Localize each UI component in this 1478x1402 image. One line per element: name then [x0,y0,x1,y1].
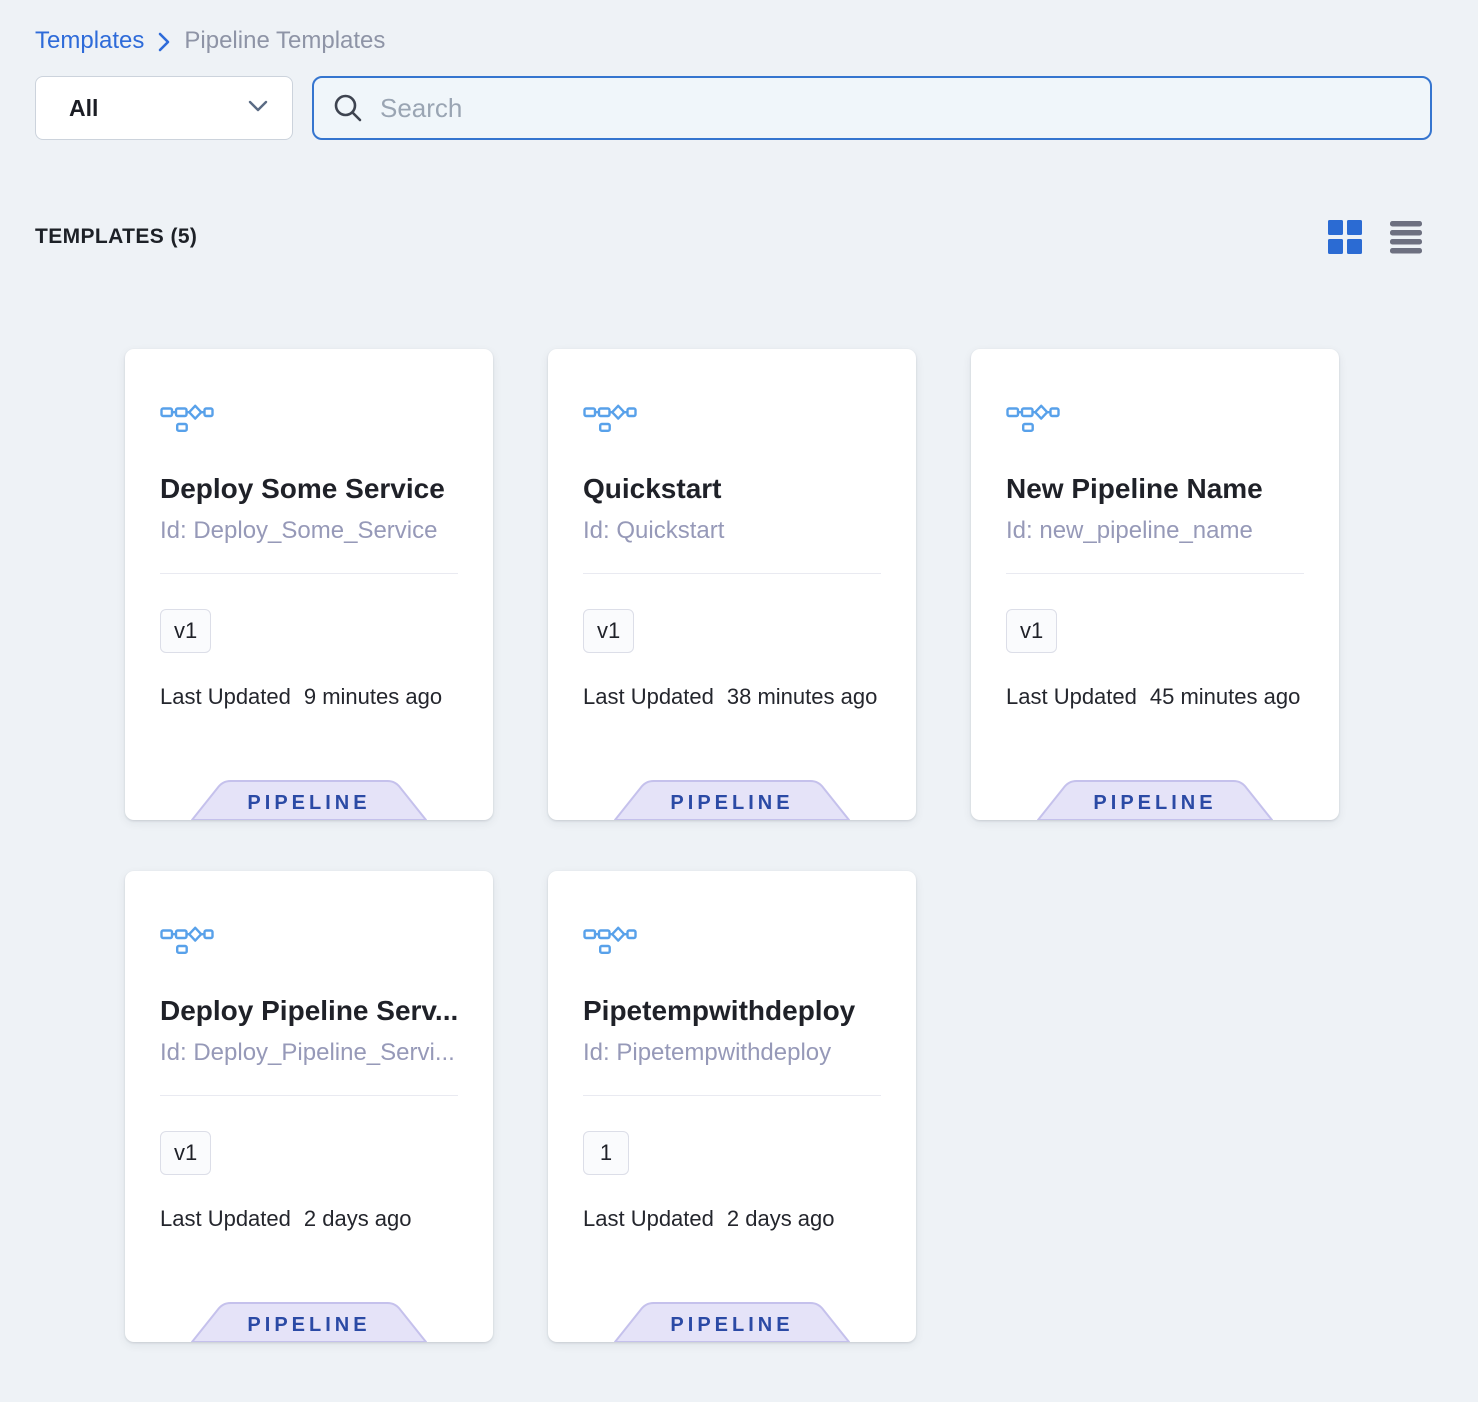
pipeline-type-label: PIPELINE [614,780,850,820]
template-card[interactable]: Deploy Some Service Id: Deploy_Some_Serv… [125,349,493,820]
card-divider [583,1095,881,1096]
chevron-down-icon [248,99,268,117]
version-badge: v1 [160,609,211,653]
pipeline-stages-icon [160,401,458,433]
search-box [312,76,1432,140]
last-updated-row: Last Updated 45 minutes ago [1006,684,1304,710]
version-badge: 1 [583,1131,629,1175]
pipeline-type-label: PIPELINE [191,780,427,820]
last-updated-label: Last Updated [160,1206,291,1232]
breadcrumb: Templates Pipeline Templates [0,0,1478,56]
pipeline-stages-icon [1006,401,1304,433]
template-name: Deploy Pipeline Serv... [160,995,458,1027]
pipeline-type-label: PIPELINE [191,1302,427,1342]
template-card[interactable]: Quickstart Id: Quickstart v1 Last Update… [548,349,916,820]
last-updated-label: Last Updated [160,684,291,710]
card-divider [1006,573,1304,574]
template-name: Pipetempwithdeploy [583,995,881,1027]
pipeline-type-badge: PIPELINE [614,1302,850,1342]
search-input[interactable] [380,93,1412,124]
card-divider [583,573,881,574]
toolbar: All [35,76,1432,140]
grid-view-icon [1328,242,1362,257]
pipeline-type-label: PIPELINE [1037,780,1273,820]
pipeline-stages-icon [583,401,881,433]
list-view-button[interactable] [1390,220,1422,254]
scope-filter-value: All [69,95,98,122]
last-updated-label: Last Updated [583,684,714,710]
card-divider [160,573,458,574]
template-id: Id: Quickstart [583,517,881,545]
section-header: TEMPLATES (5) [35,220,1422,254]
breadcrumb-current-page: Pipeline Templates [184,26,385,56]
pipeline-type-badge: PIPELINE [191,780,427,820]
template-id: Id: Deploy_Some_Service [160,517,458,545]
view-toggles [1328,220,1422,254]
template-name: New Pipeline Name [1006,473,1304,505]
grid-view-button[interactable] [1328,220,1362,254]
last-updated-label: Last Updated [583,1206,714,1232]
template-name: Quickstart [583,473,881,505]
template-card[interactable]: Deploy Pipeline Serv... Id: Deploy_Pipel… [125,871,493,1342]
last-updated-row: Last Updated 2 days ago [583,1206,881,1232]
last-updated-label: Last Updated [1006,684,1137,710]
pipeline-type-badge: PIPELINE [191,1302,427,1342]
last-updated-value: 2 days ago [727,1206,835,1232]
scope-filter-dropdown[interactable]: All [35,76,293,140]
template-id: Id: Deploy_Pipeline_Servi... [160,1039,458,1067]
template-card[interactable]: Pipetempwithdeploy Id: Pipetempwithdeplo… [548,871,916,1342]
pipeline-templates-page: Templates Pipeline Templates All TEMPLAT… [0,0,1478,1402]
pipeline-stages-icon [583,923,881,955]
template-card[interactable]: New Pipeline Name Id: new_pipeline_name … [971,349,1339,820]
templates-count-heading: TEMPLATES (5) [35,225,197,249]
last-updated-value: 38 minutes ago [727,684,877,710]
pipeline-type-label: PIPELINE [614,1302,850,1342]
card-divider [160,1095,458,1096]
last-updated-row: Last Updated 2 days ago [160,1206,458,1232]
template-id: Id: Pipetempwithdeploy [583,1039,881,1067]
pipeline-type-badge: PIPELINE [614,780,850,820]
template-name: Deploy Some Service [160,473,458,505]
pipeline-stages-icon [160,923,458,955]
version-badge: v1 [160,1131,211,1175]
list-view-icon [1390,242,1422,257]
template-id: Id: new_pipeline_name [1006,517,1304,545]
version-badge: v1 [583,609,634,653]
breadcrumb-templates-link[interactable]: Templates [35,26,144,56]
templates-grid: Deploy Some Service Id: Deploy_Some_Serv… [125,349,1478,1342]
search-icon [332,92,364,124]
last-updated-row: Last Updated 38 minutes ago [583,684,881,710]
last-updated-value: 9 minutes ago [304,684,442,710]
last-updated-value: 45 minutes ago [1150,684,1300,710]
version-badge: v1 [1006,609,1057,653]
pipeline-type-badge: PIPELINE [1037,780,1273,820]
last-updated-row: Last Updated 9 minutes ago [160,684,458,710]
chevron-right-icon [157,31,171,53]
last-updated-value: 2 days ago [304,1206,412,1232]
